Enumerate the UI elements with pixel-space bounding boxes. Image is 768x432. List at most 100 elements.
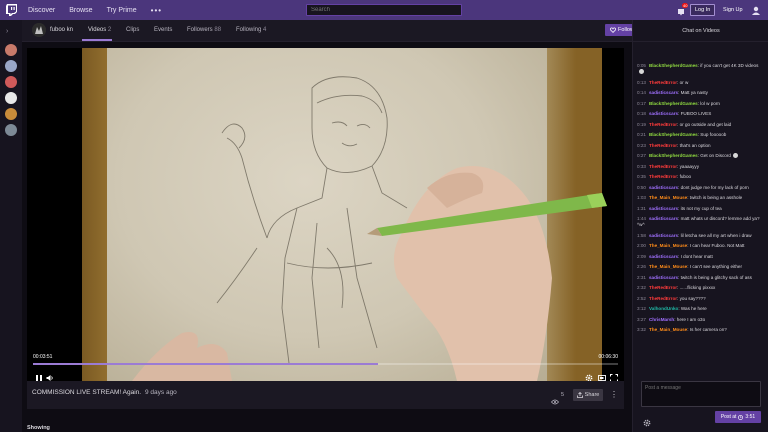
avatar[interactable] [5, 92, 17, 104]
message-username[interactable]: BlackShepherdGames [649, 101, 698, 106]
more-menu-button[interactable]: ••• [151, 6, 162, 15]
message-username[interactable]: ChrisMarsh [649, 317, 674, 322]
tab-clips[interactable]: Clips [126, 27, 139, 33]
avatar[interactable] [5, 60, 17, 72]
post-at-button[interactable]: Post at 3:51 [715, 411, 761, 423]
message-timestamp[interactable]: 3:32 [637, 327, 646, 332]
volume-icon[interactable] [46, 369, 54, 381]
chat-message: 2:52 TheRedError: you say???? [637, 296, 765, 302]
message-username[interactable]: TheRedError [649, 285, 677, 290]
chat-message: 0:33 TheRedError: yaaaayyy [637, 164, 765, 170]
message-timestamp[interactable]: 0:27 [637, 153, 646, 158]
message-timestamp[interactable]: 0:18 [637, 111, 646, 116]
message-timestamp[interactable]: 0:35 [637, 174, 646, 179]
message-username[interactable]: TheRedError [649, 174, 677, 179]
message-timestamp[interactable]: 0:14 [637, 90, 646, 95]
tab-events[interactable]: Events [154, 27, 172, 33]
expand-sidebar-icon[interactable]: › [6, 28, 8, 35]
message-timestamp[interactable]: 1:58 [637, 233, 646, 238]
chat-settings-gear-icon[interactable] [643, 414, 651, 427]
followed-channels-sidebar: › [0, 20, 22, 432]
message-username[interactable]: TheRedError [649, 296, 677, 301]
nav-browse[interactable]: Browse [69, 7, 92, 14]
search-input[interactable] [311, 7, 451, 13]
total-time: 00:06:30 [598, 354, 618, 360]
message-timestamp[interactable]: 3:12 [637, 306, 646, 311]
message-timestamp[interactable]: 1:03 [637, 195, 646, 200]
message-username[interactable]: sadisticscars [649, 90, 678, 95]
message-username[interactable]: sadisticscars [649, 275, 678, 280]
message-timestamp[interactable]: 2:52 [637, 296, 646, 301]
message-username[interactable]: sadisticscars [649, 233, 678, 238]
message-timestamp[interactable]: 3:27 [637, 317, 646, 322]
message-username[interactable]: sadisticscars [649, 254, 678, 259]
message-username[interactable]: TheRedError [649, 164, 677, 169]
tab-followers[interactable]: Followers 88 [187, 27, 221, 33]
chat-input[interactable] [645, 385, 755, 403]
fullscreen-icon[interactable] [610, 369, 618, 381]
message-username[interactable]: The_Main_Mouse [649, 195, 687, 200]
tab-videos[interactable]: Videos 2 [88, 27, 111, 33]
message-username[interactable]: The_Main_Mouse [649, 264, 687, 269]
avatar[interactable] [5, 44, 17, 56]
message-timestamp[interactable]: 0:19 [637, 122, 646, 127]
more-options-icon[interactable]: ⋮ [610, 390, 618, 399]
message-username[interactable]: TheRedError [649, 143, 677, 148]
message-timestamp[interactable]: 1:31 [637, 206, 646, 211]
message-timestamp[interactable]: 2:32 [637, 285, 646, 290]
heart-icon [610, 27, 617, 33]
message-username[interactable]: sadisticscars [649, 111, 678, 116]
twitch-logo-icon[interactable] [0, 0, 22, 20]
user-menu-icon[interactable] [751, 4, 761, 16]
message-text: : if you can't get 4K 3D videos [697, 63, 759, 68]
message-text: : lil letcha see all my art when i draw [678, 232, 752, 238]
theater-mode-icon[interactable] [598, 369, 606, 381]
message-username[interactable]: BlackShepherdGames [649, 153, 698, 158]
message-timestamp[interactable]: 1:44 [637, 216, 646, 221]
message-username[interactable]: TheRedError [649, 80, 677, 85]
message-timestamp[interactable]: 0:33 [637, 164, 646, 169]
message-username[interactable]: sadisticscars [649, 185, 678, 190]
nav-try-prime[interactable]: Try Prime [107, 7, 137, 14]
message-timestamp[interactable]: 0:23 [637, 143, 646, 148]
message-username[interactable]: sadisticscars [649, 216, 678, 221]
message-timestamp[interactable]: 2:26 [637, 264, 646, 269]
chat-message: 2:32 TheRedError: ......flicking pixxxx [637, 285, 765, 291]
settings-gear-icon[interactable] [585, 369, 593, 381]
search-box[interactable] [306, 4, 462, 16]
tab-following[interactable]: Following 4 [236, 27, 266, 33]
login-button[interactable]: Log In [690, 4, 716, 16]
message-timestamp[interactable]: 0:50 [637, 185, 646, 190]
avatar[interactable] [5, 76, 17, 88]
share-icon [576, 392, 583, 398]
message-username[interactable]: BlackShepherdGames [649, 132, 698, 137]
message-username[interactable]: The_Main_Mouse [649, 327, 687, 332]
message-timestamp[interactable]: 2:31 [637, 275, 646, 280]
message-username[interactable]: ValhondUnko [649, 306, 678, 311]
pause-icon[interactable] [35, 369, 43, 381]
message-username[interactable]: sadisticscars [649, 206, 678, 211]
message-username[interactable]: BlackShepherdGames [649, 63, 698, 68]
avatar[interactable] [5, 124, 17, 136]
seek-bar[interactable] [33, 363, 618, 365]
message-timestamp[interactable]: 2:00 [637, 243, 646, 248]
message-timestamp[interactable]: 0:17 [637, 101, 646, 106]
message-timestamp[interactable]: 0:05 [637, 63, 646, 68]
nav-discover[interactable]: Discover [28, 7, 55, 14]
message-timestamp[interactable]: 0:13 [637, 80, 646, 85]
chat-message: 1:44 sadisticscars: matt whats ur discord… [637, 216, 765, 228]
chat-input-box[interactable] [641, 381, 761, 407]
message-timestamp[interactable]: 2:09 [637, 254, 646, 259]
message-timestamp[interactable]: 0:21 [637, 132, 646, 137]
tab-count: 4 [263, 27, 267, 33]
message-username[interactable]: The_Main_Mouse [649, 243, 687, 248]
video-player[interactable]: 00:03:51 00:06:30 [27, 48, 624, 381]
message-username[interactable]: TheRedError [649, 122, 677, 127]
avatar[interactable] [5, 108, 17, 120]
channel-name[interactable]: fuboo kn [50, 27, 73, 33]
chat-message-list[interactable]: 0:05 BlackShepherdGames: if you can't get… [637, 63, 765, 338]
share-button[interactable]: Share [573, 389, 603, 401]
channel-avatar[interactable] [32, 23, 46, 37]
signup-button[interactable]: Sign Up [720, 4, 746, 16]
chat-message: 3:12 ValhondUnko: Was he here [637, 306, 765, 312]
